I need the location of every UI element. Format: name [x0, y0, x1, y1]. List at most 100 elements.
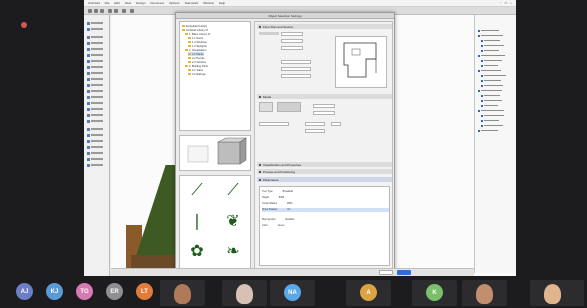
participant-video[interactable]: [160, 280, 205, 306]
navigator-row[interactable]: [478, 69, 501, 72]
navigator-row[interactable]: [478, 29, 499, 32]
tool-shell[interactable]: [87, 89, 107, 93]
participant-avatar[interactable]: AJ: [16, 283, 33, 300]
tool-wall[interactable]: [87, 35, 107, 39]
branch-object-thumb[interactable]: ⟋: [224, 182, 242, 200]
search-icon[interactable]: ⌕: [510, 1, 512, 5]
tool-column[interactable]: [87, 53, 107, 57]
cancel-button[interactable]: [379, 270, 393, 275]
menu-item-edit[interactable]: Edit: [115, 1, 120, 5]
navigator-row[interactable]: [481, 59, 502, 62]
tool-arrow[interactable]: [87, 21, 107, 25]
ok-button[interactable]: [397, 270, 411, 275]
tool-label[interactable]: [87, 139, 107, 143]
participant-avatar[interactable]: TG: [76, 283, 93, 300]
navigator-row[interactable]: [481, 114, 504, 117]
menu-item-options[interactable]: Options: [169, 1, 179, 5]
elevation-field[interactable]: [281, 32, 303, 36]
fill-field[interactable]: [305, 129, 325, 133]
menu-item-document[interactable]: Document: [150, 1, 164, 5]
participant-avatar[interactable]: KJ: [46, 283, 63, 300]
zoom-icon[interactable]: [100, 9, 104, 13]
participant-tile[interactable]: K: [412, 280, 457, 306]
navigator-row[interactable]: [478, 109, 504, 112]
parameter-row[interactable]: Tree Type Broadleaf: [262, 190, 389, 194]
tool-text[interactable]: [87, 133, 107, 137]
participant-video[interactable]: [222, 280, 267, 306]
width-field[interactable]: [281, 39, 303, 43]
section-model[interactable]: Model: [257, 94, 392, 99]
surface-field[interactable]: [313, 104, 335, 108]
reed-object-thumb[interactable]: ❘: [188, 212, 206, 230]
navigator-row[interactable]: [481, 39, 500, 42]
marquee-tool-icon[interactable]: [94, 9, 98, 13]
material-swatch[interactable]: [259, 102, 273, 112]
navigator-row[interactable]: [481, 79, 501, 82]
navigator-row[interactable]: [481, 99, 502, 102]
tool-line[interactable]: [87, 151, 107, 155]
tool-polyline[interactable]: [87, 163, 107, 167]
parameter-row[interactable]: Plan Symbol Realistic: [262, 218, 389, 222]
navigator-row[interactable]: [481, 104, 498, 107]
navigator-row[interactable]: [478, 129, 498, 132]
tool-morph[interactable]: [87, 95, 107, 99]
angle-field[interactable]: [281, 67, 311, 71]
menu-item-window[interactable]: Window: [203, 1, 214, 5]
height-field[interactable]: [281, 60, 311, 64]
undo-icon[interactable]: [108, 9, 112, 13]
participant-avatar[interactable]: ER: [106, 283, 123, 300]
tool-lamp[interactable]: [87, 107, 107, 111]
navigator-row[interactable]: [481, 119, 499, 122]
navigator-row[interactable]: [481, 44, 504, 47]
tool-arc[interactable]: [87, 157, 107, 161]
library-item[interactable]: 3.2 Railings: [188, 72, 206, 76]
tool-beam[interactable]: [87, 59, 107, 63]
navigator-row[interactable]: [481, 84, 503, 87]
redo-icon[interactable]: [114, 9, 118, 13]
tool-slab[interactable]: [87, 65, 107, 69]
maple-leaf-thumb[interactable]: ✿: [188, 242, 206, 260]
tool-stair[interactable]: [87, 71, 107, 75]
pen-number-field[interactable]: [331, 122, 341, 126]
menu-item-file[interactable]: File: [105, 1, 110, 5]
tool-door[interactable]: [87, 41, 107, 45]
parameter-row[interactable]: Crown Radius 2500: [262, 202, 389, 206]
parameter-row-selected[interactable]: Show Shadow On: [262, 208, 389, 212]
navigator-row[interactable]: [481, 124, 503, 127]
navigator-row[interactable]: [481, 49, 499, 52]
layer-icon[interactable]: [122, 9, 126, 13]
line-type-field[interactable]: [305, 122, 325, 126]
override-field[interactable]: [313, 111, 335, 115]
tool-zone[interactable]: [87, 113, 107, 117]
navigator-row[interactable]: [481, 74, 506, 77]
menu-item-teamwork[interactable]: Teamwork: [185, 1, 199, 5]
navigator-row[interactable]: [481, 64, 498, 67]
participant-video[interactable]: [530, 280, 584, 306]
depth-field[interactable]: [281, 46, 303, 50]
twig-object-thumb[interactable]: ⟋: [188, 182, 206, 200]
tool-window[interactable]: [87, 47, 107, 51]
tool-dimension[interactable]: [87, 127, 107, 131]
tool-railing[interactable]: [87, 77, 107, 81]
tool-roof[interactable]: [87, 83, 107, 87]
view-3d-icon[interactable]: [130, 9, 134, 13]
menu-item-help[interactable]: Help: [219, 1, 225, 5]
participant-avatar[interactable]: LT: [136, 283, 153, 300]
navigator-row[interactable]: [478, 34, 503, 37]
tool-object[interactable]: [87, 101, 107, 105]
menu-item-app[interactable]: Archicad: [88, 1, 100, 5]
section-classification[interactable]: Classification and Properties: [257, 162, 392, 167]
menu-item-design[interactable]: Design: [136, 1, 145, 5]
navigator-row[interactable]: [478, 54, 505, 57]
participant-video[interactable]: [462, 280, 507, 306]
tool-mesh[interactable]: [87, 119, 107, 123]
section-parameters[interactable]: Parameters: [257, 177, 392, 182]
pointer-tool-icon[interactable]: [88, 9, 92, 13]
parameter-row[interactable]: Height 8000: [262, 196, 389, 200]
oval-leaf-thumb[interactable]: ❧: [224, 242, 242, 260]
menu-item-view[interactable]: View: [125, 1, 131, 5]
participant-tile[interactable]: A: [346, 280, 391, 306]
section-floor-plan[interactable]: Floor Plan and Section: [257, 24, 392, 29]
parameter-row[interactable]: Color Green: [262, 224, 389, 228]
participant-tile[interactable]: NA: [270, 280, 315, 306]
